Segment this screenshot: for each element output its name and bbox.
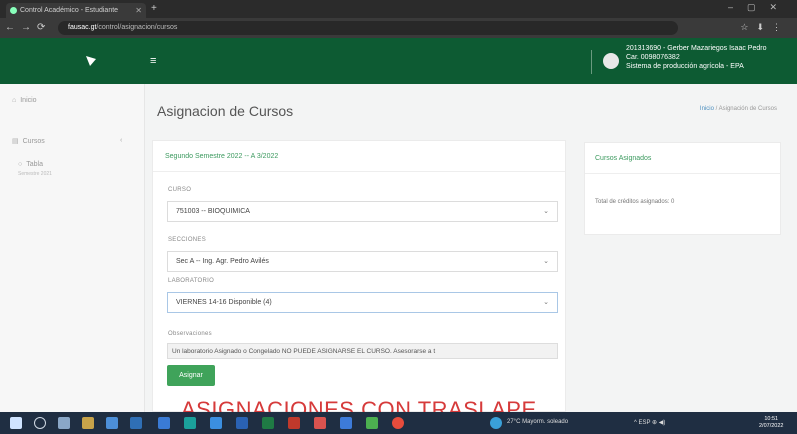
clock-time: 10:51 (764, 416, 779, 422)
taskbar-app-icon[interactable] (210, 417, 222, 429)
close-tab-icon[interactable]: ✕ (135, 6, 142, 15)
file-explorer-icon[interactable] (82, 417, 94, 429)
window-controls[interactable]: –▢✕ (728, 2, 791, 13)
divider (585, 173, 780, 174)
taskbar-app-icon[interactable] (106, 417, 118, 429)
sidebar-item-label: Tabla (26, 161, 43, 168)
secciones-label: SECCIONES (168, 237, 207, 243)
curso-select[interactable]: 751003 -- BIOQUIMICA ⌄ (167, 201, 558, 222)
logo-icon (86, 56, 96, 66)
browser-tools[interactable]: ☆⬇⋮ (740, 22, 789, 33)
user-line-1: 201313690 - Gerber Mazariegos Isaac Pedr… (626, 45, 767, 52)
app-header: ≡ 201313690 - Gerber Mazariegos Isaac Pe… (0, 38, 797, 84)
user-line-3: Sistema de producción agrícola - EPA (626, 63, 744, 70)
excel-icon[interactable] (262, 417, 274, 429)
assigned-courses-card: Cursos Asignados Total de créditos asign… (584, 142, 781, 235)
taskbar-app-icon[interactable] (366, 417, 378, 429)
address-bar[interactable]: fausac.gt/control/asignacion/cursos (58, 21, 678, 35)
sidebar-item-sub: Semestre 2021 (18, 171, 52, 177)
divider (153, 171, 565, 172)
nav-buttons[interactable]: ←→⟳ (5, 22, 51, 33)
taskbar-app-icon[interactable] (184, 417, 196, 429)
user-line-2: Car. 0098076382 (626, 54, 680, 61)
sidebar-item-tabla[interactable]: ○ Tabla (18, 161, 43, 168)
sidebar: ⌂ Inicio ▤ Cursos ‹ ○ Tabla Semestre 2021 (0, 84, 145, 412)
address-host: fausac.gt (68, 24, 97, 31)
chevron-down-icon: ⌄ (543, 299, 549, 306)
user-info: 201313690 - Gerber Mazariegos Isaac Pedr… (626, 44, 766, 71)
address-path: /control/asignacion/cursos (96, 24, 178, 31)
laboratorio-select[interactable]: VIERNES 14-16 Disponible (4) ⌄ (167, 292, 558, 313)
header-divider (591, 50, 592, 74)
tab-title: Control Académico - Estudiante (20, 7, 119, 14)
page-title: Asignacion de Cursos (157, 103, 294, 119)
curso-value: 751003 -- BIOQUIMICA (176, 208, 250, 215)
system-tray[interactable]: ^ ESP ⊕ ◀) (634, 419, 665, 426)
sidebar-item-cursos[interactable]: ▤ Cursos (12, 137, 45, 145)
taskbar-app-icon[interactable] (314, 417, 326, 429)
hamburger-menu-icon[interactable]: ≡ (150, 55, 156, 67)
breadcrumb-home[interactable]: Inicio (700, 106, 714, 112)
chrome-icon[interactable] (392, 417, 404, 429)
browser-tab[interactable]: Control Académico - Estudiante ✕ (6, 3, 146, 18)
circle-icon: ○ (18, 161, 23, 168)
total-credits-text: Total de créditos asignados: 0 (595, 199, 675, 205)
clock[interactable]: 10:51 2/07/2022 (759, 416, 783, 430)
clock-date: 2/07/2022 (759, 423, 784, 429)
breadcrumb-current: Asignación de Cursos (718, 106, 777, 112)
powerpoint-icon[interactable] (288, 417, 300, 429)
laboratorio-label: LABORATORIO (168, 278, 215, 284)
taskbar-app-icon[interactable] (158, 417, 170, 429)
edge-icon[interactable] (490, 417, 502, 429)
search-icon[interactable] (34, 417, 46, 429)
form-card-title: Segundo Semestre 2022 -- A 3/2022 (165, 153, 279, 160)
start-icon[interactable] (10, 417, 22, 429)
sidebar-item-label: Inicio (20, 97, 37, 104)
user-avatar[interactable] (603, 53, 619, 69)
chevron-down-icon: ⌄ (543, 208, 549, 215)
sidebar-item-label: Cursos (22, 138, 45, 145)
taskbar-app-icon[interactable] (340, 417, 352, 429)
taskbar-app-icon[interactable] (130, 417, 142, 429)
home-icon: ⌂ (12, 97, 17, 104)
chevron-down-icon: ⌄ (543, 258, 549, 265)
chevron-left-icon[interactable]: ‹ (120, 137, 122, 144)
asignar-button[interactable]: Asignar (167, 365, 215, 386)
breadcrumb: Inicio / Asignación de Cursos (700, 106, 777, 112)
secciones-value: Sec A -- Ing. Agr. Pedro Avilés (176, 258, 269, 265)
new-tab-icon[interactable]: + (151, 3, 157, 14)
browser-toolbar: ←→⟳ fausac.gt/control/asignacion/cursos … (0, 18, 797, 38)
assignment-form-card: Segundo Semestre 2022 -- A 3/2022 CURSO … (152, 140, 566, 412)
observaciones-label: Observaciones (168, 331, 212, 337)
word-icon[interactable] (236, 417, 248, 429)
task-view-icon[interactable] (58, 417, 70, 429)
observaciones-field[interactable]: Un laboratorio Asignado o Congelado NO P… (167, 343, 558, 359)
sidebar-item-inicio[interactable]: ⌂ Inicio (12, 97, 37, 104)
browser-tabbar: Control Académico - Estudiante ✕ + –▢✕ (0, 0, 797, 18)
assigned-courses-title: Cursos Asignados (595, 155, 652, 162)
favicon-icon (10, 7, 17, 14)
taskbar: 27°C Mayorm. soleado ^ ESP ⊕ ◀) 10:51 2/… (0, 412, 797, 434)
overlay-caption: ASIGNACIONES CON TRASLAPE (181, 398, 537, 412)
secciones-select[interactable]: Sec A -- Ing. Agr. Pedro Avilés ⌄ (167, 251, 558, 272)
weather-status[interactable]: 27°C Mayorm. soleado (507, 419, 568, 425)
courses-icon: ▤ (12, 138, 19, 145)
curso-label: CURSO (168, 187, 192, 193)
laboratorio-value: VIERNES 14-16 Disponible (4) (176, 299, 272, 306)
